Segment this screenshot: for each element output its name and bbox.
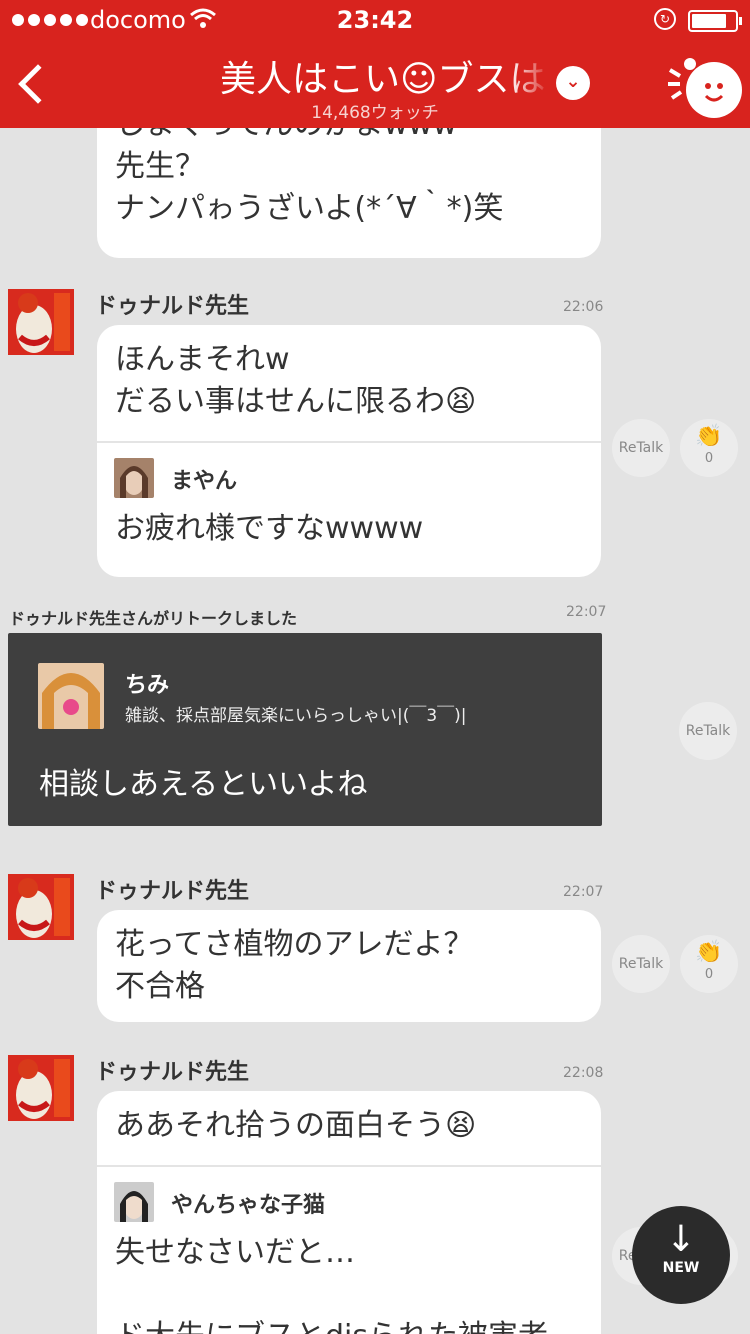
title-fade <box>510 50 550 98</box>
card-user-name: ちみ <box>125 673 170 698</box>
reply-divider <box>97 1165 601 1167</box>
status-time: 23:42 <box>336 6 414 34</box>
arrow-down-icon: ↓ <box>665 1219 697 1260</box>
sender-name: ドゥナルド先生 <box>95 1060 250 1085</box>
mascot-menu-icon[interactable] <box>666 50 746 120</box>
retalk-button[interactable]: ReTalk <box>612 935 670 993</box>
message-text: 花ってさ植物のアレだよ？ 不合格 <box>115 927 474 1004</box>
chat-timeline[interactable]: しまくってんのかまwww 先生？ ナンパゎうざいよ(*´∀｀*)笑 ドゥナルド先… <box>0 128 750 1334</box>
message-text: しまくってんのかまwww 先生？ ナンパゎうざいよ(*´∀｀*)笑 <box>115 128 504 226</box>
message-bubble[interactable]: ほんまそれw だるい事はせんに限るわ😫 まやん お疲れ様ですなwwww <box>97 325 601 577</box>
avatar[interactable] <box>8 1055 74 1121</box>
reply-divider <box>97 441 601 443</box>
message-text: ほんまそれw だるい事はせんに限るわ😫 <box>115 342 477 419</box>
chat-title: 美人はこい☺ブスは <box>220 59 546 98</box>
message-bubble[interactable]: ああそれ拾うの面白そう😫 やんちゃな子猫 失せなさいだと… ド大先にブスとdis… <box>97 1091 601 1334</box>
rotation-lock-icon: ↻ <box>654 8 676 30</box>
reply-sender-name: まやん <box>171 469 238 494</box>
retalk-card[interactable]: ちみ 雑談、採点部屋気楽にいらっしゃい|(￣3￣)| 相談しあえるといいよね <box>8 633 602 826</box>
retalk-notice: ドゥナルド先生さんがリトークしました <box>9 609 298 628</box>
clap-button[interactable]: 👏 0 <box>680 419 738 477</box>
reply-sender-name: やんちゃな子猫 <box>171 1193 326 1218</box>
message-bubble[interactable]: 花ってさ植物のアレだよ？ 不合格 <box>97 910 601 1022</box>
new-messages-button[interactable]: ↓ NEW <box>632 1206 730 1304</box>
message-time: 22:07 <box>563 884 604 900</box>
sender-name: ドゥナルド先生 <box>95 879 250 904</box>
watch-count: 14,468ウォッチ <box>311 103 439 123</box>
message-time: 22:06 <box>563 299 604 315</box>
clap-count: 0 <box>704 451 714 466</box>
avatar[interactable] <box>8 874 74 940</box>
clap-icon: 👏 <box>695 940 723 965</box>
reply-text: 失せなさいだと… ド大先にブスとdisられた被害者 <box>115 1235 548 1334</box>
reply-text: お疲れ様ですなwwww <box>115 511 424 546</box>
card-message-text: 相談しあえるといいよね <box>39 767 368 802</box>
clap-icon: 👏 <box>695 424 723 449</box>
header-bar: docomo 23:42 ↻ 美人はこい☺ブスは 14,468ウォッチ ⌄ <box>0 0 750 128</box>
retalk-button[interactable]: ReTalk <box>612 419 670 477</box>
sender-name: ドゥナルド先生 <box>95 294 250 319</box>
card-room-name: 雑談、採点部屋気楽にいらっしゃい|(￣3￣)| <box>125 706 467 726</box>
message-time: 22:07 <box>566 604 607 620</box>
status-bar: docomo 23:42 ↻ <box>0 0 750 40</box>
message-bubble[interactable]: しまくってんのかまwww 先生？ ナンパゎうざいよ(*´∀｀*)笑 <box>97 128 601 258</box>
message-text: ああそれ拾うの面白そう😫 <box>115 1108 477 1143</box>
reply-avatar[interactable] <box>114 1182 154 1222</box>
clap-button[interactable]: 👏 0 <box>680 935 738 993</box>
battery-icon <box>688 10 742 32</box>
avatar[interactable] <box>8 289 74 355</box>
clap-count: 0 <box>704 967 714 982</box>
new-label: NEW <box>662 1260 700 1276</box>
card-avatar[interactable] <box>38 663 104 729</box>
retalk-button[interactable]: ReTalk <box>679 702 737 760</box>
chevron-down-icon[interactable]: ⌄ <box>556 66 590 100</box>
reply-avatar[interactable] <box>114 458 154 498</box>
message-time: 22:08 <box>563 1065 604 1081</box>
